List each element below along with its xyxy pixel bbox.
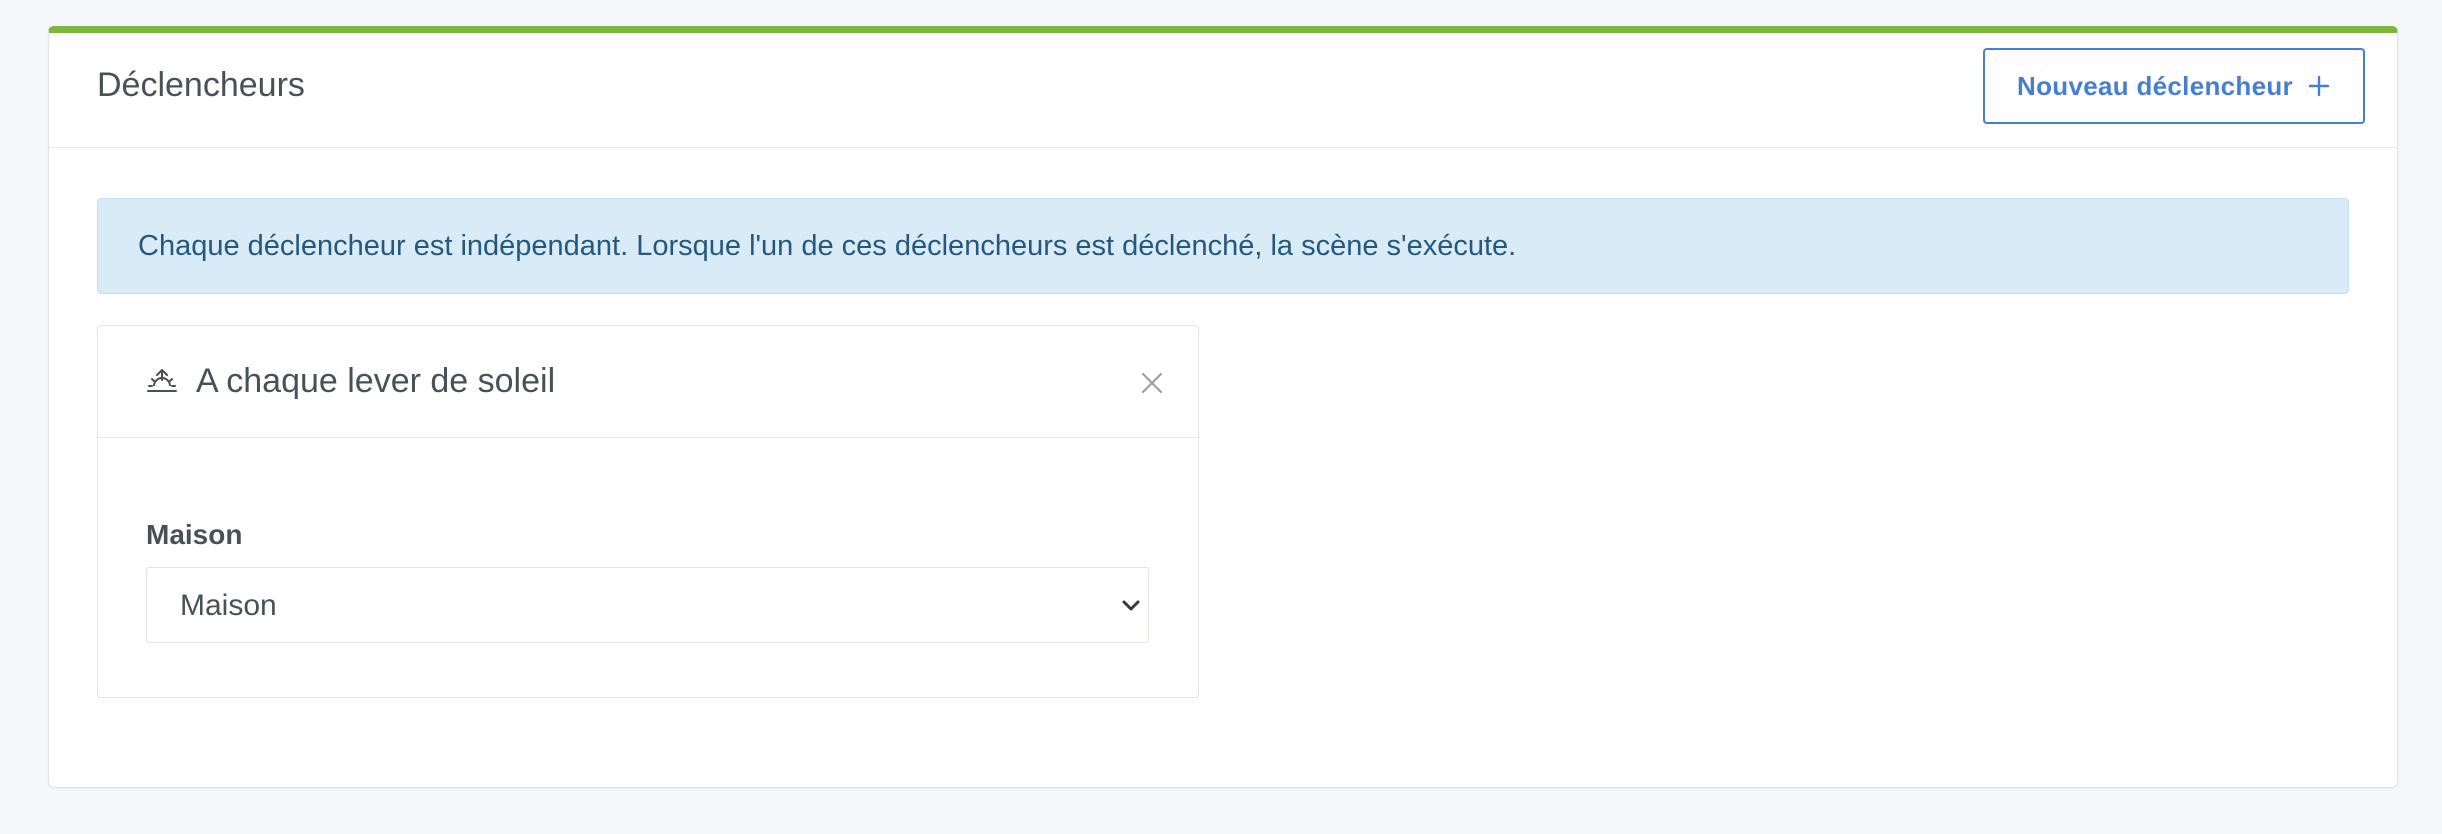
trigger-title: A chaque lever de soleil <box>196 362 556 400</box>
new-trigger-label: Nouveau déclencheur <box>2017 70 2293 101</box>
house-select[interactable]: Maison <box>146 567 1149 643</box>
page-title: Déclencheurs <box>97 66 305 104</box>
close-icon[interactable] <box>1140 371 1164 395</box>
card-header: Déclencheurs Nouveau déclencheur <box>49 33 2397 148</box>
chevron-down-icon <box>1122 600 1140 611</box>
house-select-value: Maison <box>180 589 277 622</box>
trigger-card: A chaque lever de soleil Maison Maison <box>97 325 1199 698</box>
plus-icon <box>2308 75 2330 97</box>
house-label: Maison <box>146 519 243 550</box>
new-trigger-button[interactable]: Nouveau déclencheur <box>1983 48 2365 124</box>
triggers-card: Déclencheurs Nouveau déclencheur Chaque … <box>48 26 2398 788</box>
trigger-header: A chaque lever de soleil <box>98 326 1198 438</box>
info-alert-text: Chaque déclencheur est indépendant. Lors… <box>138 229 1517 262</box>
info-alert: Chaque déclencheur est indépendant. Lors… <box>97 198 2349 294</box>
sunrise-icon <box>147 369 177 392</box>
